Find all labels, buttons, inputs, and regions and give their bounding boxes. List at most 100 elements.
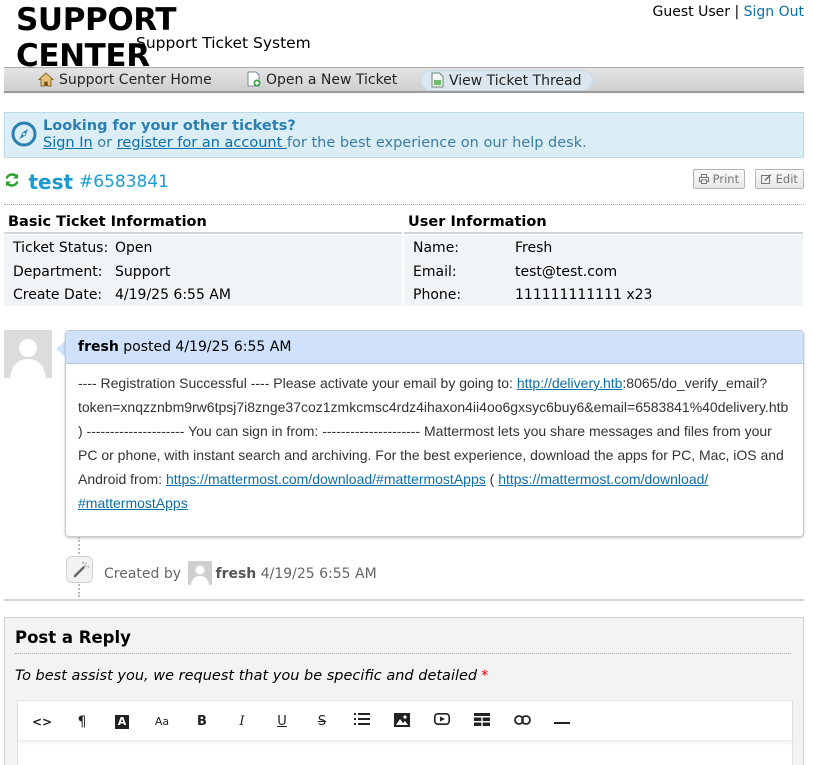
- editor-toolbar: <> ¶ A Aa B I U S: [18, 701, 792, 741]
- create-date-label: Create Date:: [13, 287, 103, 303]
- delivery-link[interactable]: http://delivery.htb: [517, 375, 623, 391]
- thread-entry-header: fresh posted 4/19/25 6:55 AM: [66, 331, 803, 364]
- sign-in-link[interactable]: Sign In: [43, 135, 93, 151]
- reply-divider: [15, 653, 791, 654]
- italic-icon[interactable]: I: [232, 713, 252, 731]
- create-date-value: 4/19/25 6:55 AM: [115, 287, 231, 303]
- nav-home-label: Support Center Home: [59, 72, 212, 88]
- font-size-icon[interactable]: Aa: [152, 713, 172, 731]
- new-ticket-icon: [247, 71, 261, 94]
- body-line: ---- Registration Successful ---- Please…: [78, 371, 793, 395]
- body-line: ) --------------------- You can sign in …: [78, 423, 772, 439]
- body-line: Android from: https://mattermost.com/dow…: [78, 467, 793, 491]
- event-time: 4/19/25 6:55 AM: [256, 566, 377, 582]
- reply-section: Post a Reply To best assist you, we requ…: [4, 617, 804, 765]
- basic-info-table: Ticket Status: Open Department: Support Cr…: [4, 235, 402, 306]
- body-line: #mattermostApps: [78, 491, 793, 515]
- body-text: ---- Registration Successful ---- Please…: [78, 375, 517, 391]
- strikethrough-icon[interactable]: S: [312, 713, 332, 731]
- name-value: Fresh: [515, 240, 553, 256]
- info-row: Create Date: 4/19/25 6:55 AM: [4, 284, 402, 308]
- info-row: Name: Fresh: [404, 237, 803, 261]
- ticket-subject[interactable]: test: [28, 170, 73, 194]
- edit-icon: [761, 172, 776, 186]
- info-row: Department: Support: [4, 261, 402, 285]
- notice-banner: Looking for your other tickets? Sign In …: [4, 112, 804, 158]
- nav-view-thread[interactable]: View Ticket Thread: [420, 70, 593, 91]
- mattermost-download-link-2[interactable]: https://mattermost.com/download/: [498, 471, 708, 487]
- reply-instructions-text: To best assist you, we request that you …: [15, 668, 478, 684]
- phone-label: Phone:: [413, 287, 462, 303]
- reply-instructions: To best assist you, we request that you …: [15, 668, 488, 684]
- notice-text: Sign In or register for an account for t…: [43, 135, 587, 151]
- horizontal-rule-icon[interactable]: [552, 713, 572, 731]
- basic-info-heading: Basic Ticket Information: [4, 214, 402, 234]
- nav-home[interactable]: Support Center Home: [28, 70, 222, 91]
- compass-icon: [11, 121, 37, 151]
- title-divider: [4, 204, 804, 205]
- info-row: Ticket Status: Open: [4, 237, 402, 261]
- email-label: Email:: [413, 263, 457, 280]
- user-info: User Information Name: Fresh Email: test@t…: [404, 214, 803, 306]
- logo-subtitle: Support Ticket System: [136, 34, 311, 52]
- ticket-status-value: Open: [115, 240, 153, 256]
- list-icon[interactable]: [352, 713, 372, 731]
- ticket-title: test #6583841: [4, 170, 169, 194]
- info-row: Email: test@test.com: [404, 261, 803, 285]
- body-line: token=xnqzznbm9rw6tpsj7i8znge37coz1zmkcm…: [78, 399, 789, 415]
- body-line: PC or phone, with instant search and arc…: [78, 447, 784, 463]
- name-label: Name:: [413, 240, 460, 256]
- magic-wand-icon: [66, 556, 93, 583]
- main-nav: Support Center Home Open a New Ticket Vi…: [4, 67, 804, 93]
- print-button[interactable]: Print: [693, 169, 746, 189]
- nav-view-thread-label: View Ticket Thread: [449, 73, 582, 89]
- thread-entry: fresh posted 4/19/25 6:55 AM ---- Regist…: [65, 330, 804, 537]
- ticket-status-label: Ticket Status:: [13, 240, 109, 256]
- table-icon[interactable]: [472, 713, 492, 731]
- body-text: :8065/do_verify_email?: [622, 375, 768, 391]
- mattermost-download-link[interactable]: https://mattermost.com/download/#matterm…: [166, 471, 486, 487]
- underline-icon[interactable]: U: [272, 713, 292, 731]
- text-color-icon[interactable]: A: [112, 713, 132, 731]
- ticket-number: #6583841: [79, 172, 170, 192]
- avatar: [4, 330, 52, 378]
- video-icon[interactable]: [432, 713, 452, 731]
- user-bar: Guest User | Sign Out: [653, 4, 804, 20]
- text-color-glyph: A: [115, 715, 129, 729]
- edit-button[interactable]: Edit: [755, 169, 804, 189]
- site-logo[interactable]: SUPPORT CENTER Support Ticket System: [16, 2, 316, 74]
- reply-editor[interactable]: <> ¶ A Aa B I U S: [17, 700, 793, 765]
- image-icon[interactable]: [392, 713, 412, 731]
- mattermost-download-link-2-cont[interactable]: #mattermostApps: [78, 495, 188, 511]
- phone-value: 111111111111 x23: [515, 287, 653, 303]
- sign-out-link[interactable]: Sign Out: [744, 4, 804, 20]
- print-icon: [699, 172, 713, 186]
- link-icon[interactable]: [512, 713, 532, 731]
- entry-posted: posted 4/19/25 6:55 AM: [118, 339, 292, 355]
- body-text: (: [485, 471, 499, 487]
- info-row: Phone: 111111111111 x23: [404, 284, 803, 308]
- notice-or: or: [92, 135, 117, 151]
- refresh-icon[interactable]: [4, 173, 24, 192]
- entry-author: fresh: [78, 339, 119, 355]
- code-icon[interactable]: <>: [32, 713, 52, 731]
- required-mark: *: [481, 668, 489, 684]
- register-link[interactable]: register for an account: [117, 135, 287, 151]
- created-by-label: Created by: [104, 566, 182, 582]
- body-text: Android from:: [78, 471, 166, 487]
- reply-heading: Post a Reply: [15, 628, 131, 647]
- nav-new-ticket[interactable]: Open a New Ticket: [237, 70, 407, 91]
- department-value: Support: [115, 263, 171, 280]
- user-silhouette-icon: [4, 330, 52, 378]
- thread-event: Created by fresh 4/19/25 6:55 AM: [104, 561, 377, 585]
- event-user: fresh: [215, 566, 257, 582]
- bold-icon[interactable]: B: [192, 713, 212, 731]
- thread-entry-body: ---- Registration Successful ---- Please…: [66, 364, 803, 515]
- home-icon: [37, 72, 55, 94]
- print-label: Print: [712, 172, 740, 186]
- user-bar-separator: |: [734, 4, 740, 20]
- ticket-thread-icon: [431, 72, 444, 95]
- paragraph-icon[interactable]: ¶: [72, 713, 92, 731]
- email-value: test@test.com: [515, 263, 618, 280]
- user-info-heading: User Information: [404, 214, 803, 234]
